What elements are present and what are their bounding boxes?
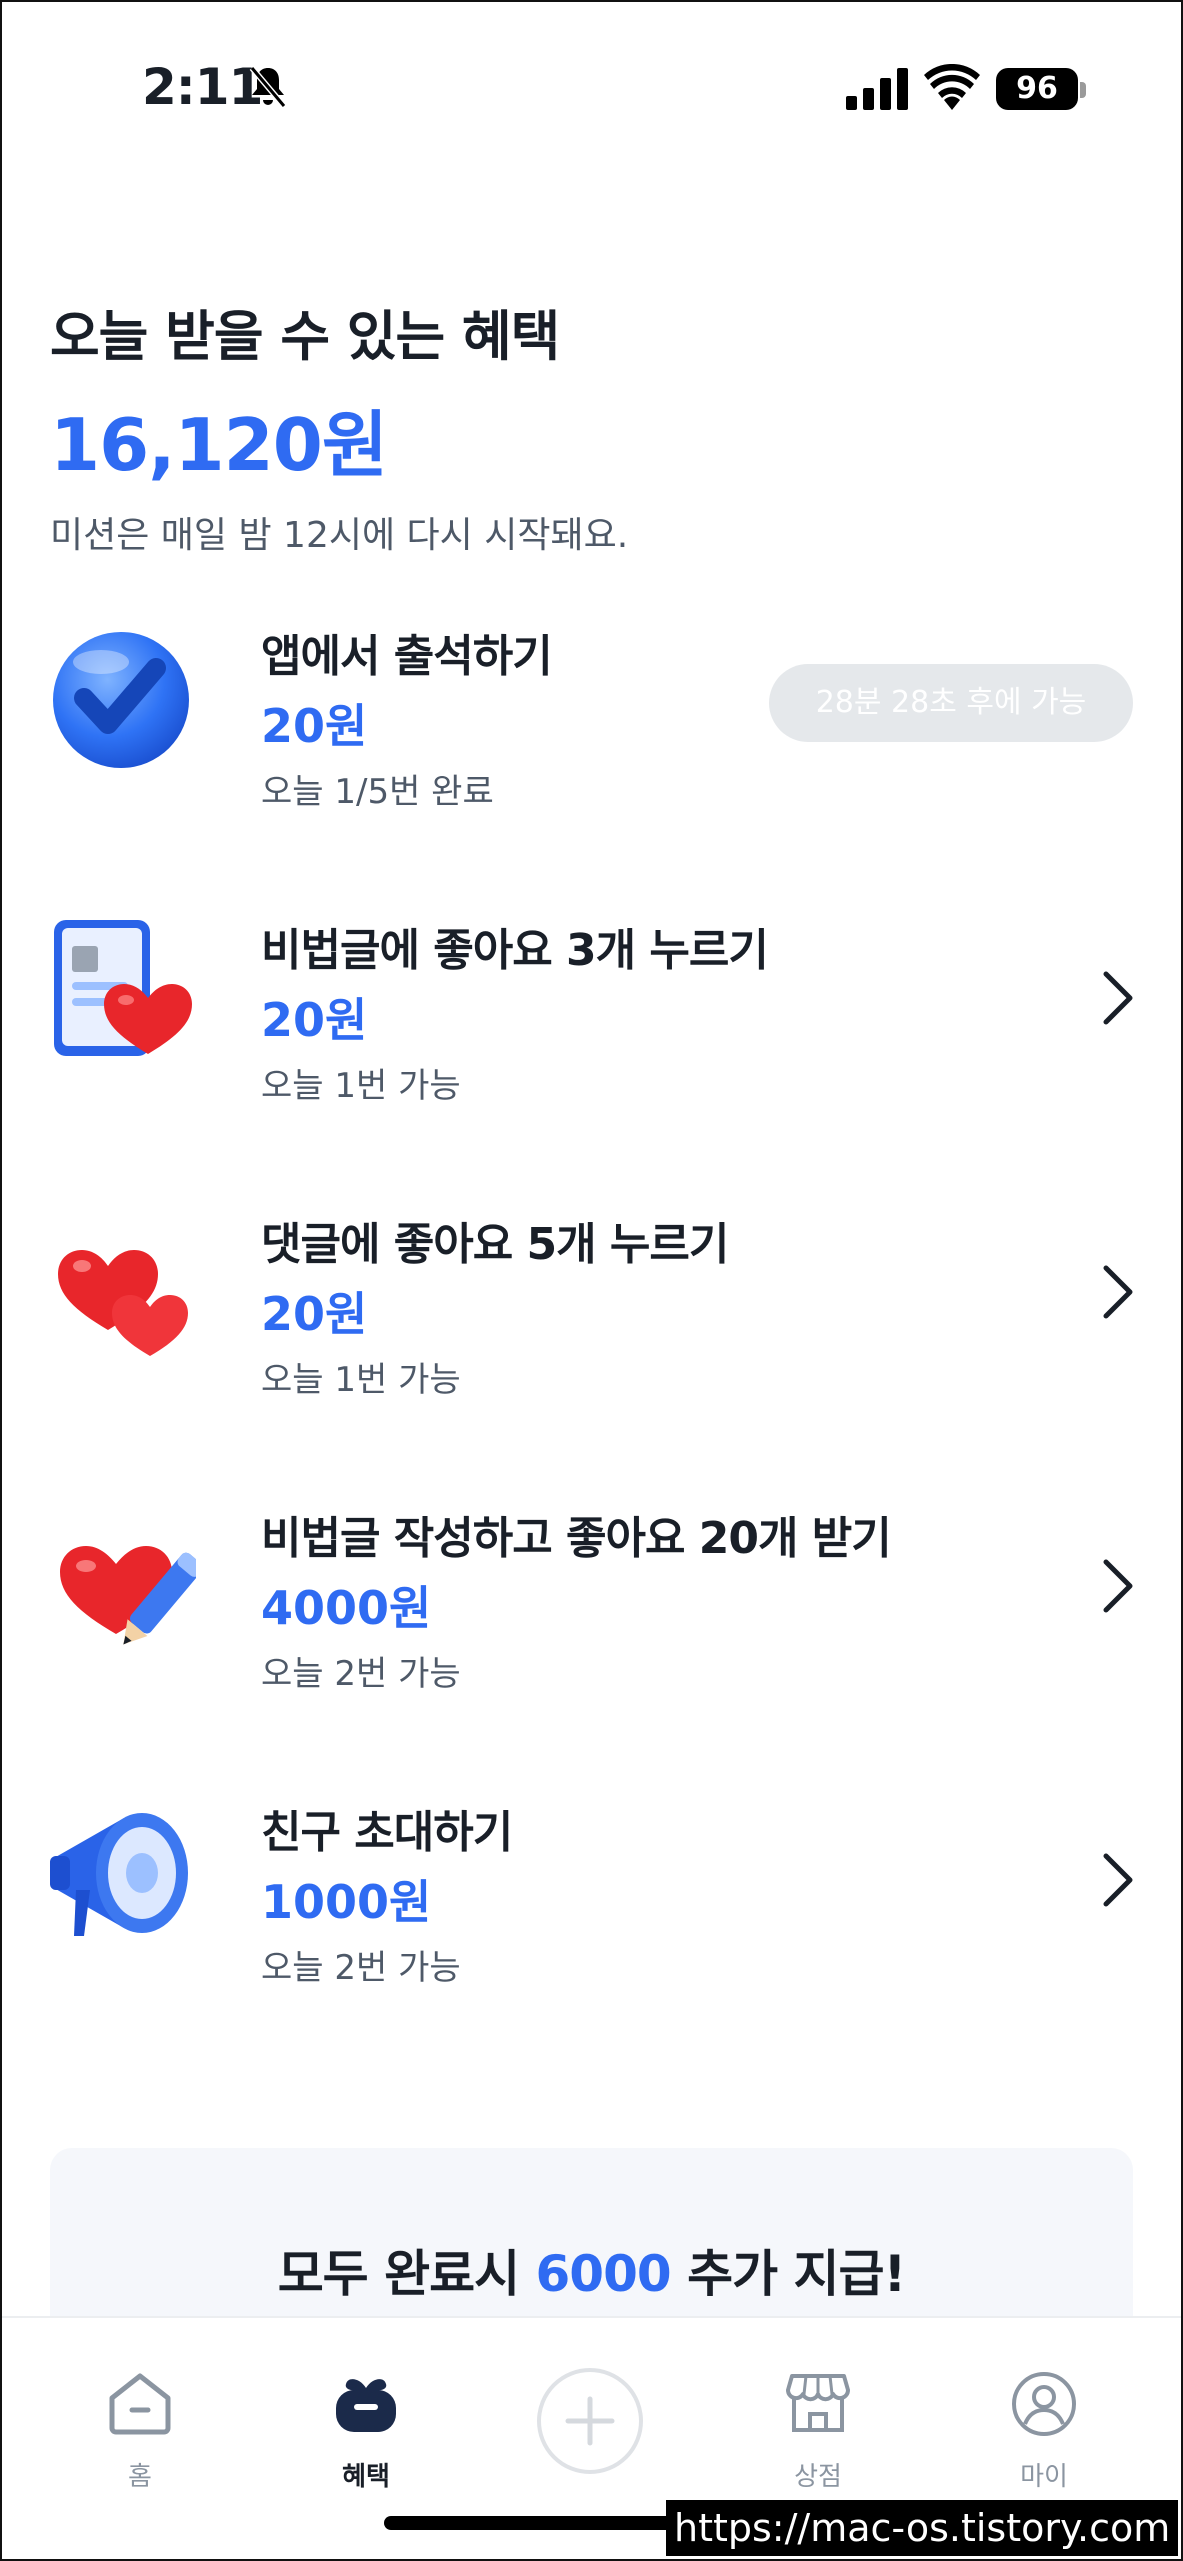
chevron-right-icon[interactable] <box>1100 968 1136 1028</box>
chevron-right-icon[interactable] <box>1100 1850 1136 1910</box>
post-heart-icon <box>54 920 192 1056</box>
bonus-amount: 6000 <box>535 2245 672 2303</box>
tab-label: 홈 <box>128 2462 152 2492</box>
reset-notice: 미션은 매일 밤 12시에 다시 시작돼요. <box>50 515 629 556</box>
tab-store[interactable]: 상점 <box>748 2318 888 2518</box>
watermark: https://mac-os.tistory.com <box>666 2500 1179 2556</box>
mission-status: 오늘 1/5번 완료 <box>261 772 494 812</box>
tab-label: 혜택 <box>342 2462 390 2492</box>
total-benefit-amount: 16,120원 <box>50 403 388 487</box>
mission-status: 오늘 1번 가능 <box>261 1360 461 1400</box>
mission-title: 친구 초대하기 <box>261 1807 513 1858</box>
mission-write-post[interactable]: 비법글 작성하고 좋아요 20개 받기 4000원 오늘 2번 가능 <box>0 1494 1183 1744</box>
checkmark-icon <box>53 632 189 768</box>
home-icon <box>109 2373 171 2435</box>
mission-title: 비법글에 좋아요 3개 누르기 <box>261 925 769 976</box>
mission-title: 댓글에 좋아요 5개 누르기 <box>261 1219 729 1270</box>
plus-icon <box>565 2396 615 2446</box>
chevron-right-icon[interactable] <box>1100 1262 1136 1322</box>
status-bar: 2:11 96 <box>0 0 1183 180</box>
tab-label: 상점 <box>794 2462 842 2492</box>
bonus-prefix: 모두 완료시 <box>277 2245 536 2303</box>
cellular-signal-icon <box>846 68 908 110</box>
tab-label: 마이 <box>1020 2462 1068 2492</box>
mission-like-comments[interactable]: 댓글에 좋아요 5개 누르기 20원 오늘 1번 가능 <box>0 1200 1183 1450</box>
tab-benefits[interactable]: 혜택 <box>296 2318 436 2518</box>
gift-icon <box>336 2379 396 2432</box>
megaphone-icon <box>50 1813 188 1936</box>
tab-my[interactable]: 마이 <box>974 2318 1114 2518</box>
mission-reward: 20원 <box>261 699 368 753</box>
heart-pen-icon <box>60 1546 196 1645</box>
mission-title: 앱에서 출석하기 <box>261 631 553 682</box>
mission-reward: 1000원 <box>261 1875 432 1929</box>
mission-like-posts[interactable]: 비법글에 좋아요 3개 누르기 20원 오늘 1번 가능 <box>0 906 1183 1156</box>
mission-status: 오늘 2번 가능 <box>261 1654 461 1694</box>
battery-indicator: 96 <box>996 68 1078 110</box>
mission-title: 비법글 작성하고 좋아요 20개 받기 <box>261 1513 892 1564</box>
two-hearts-icon <box>58 1250 188 1356</box>
add-button[interactable] <box>537 2368 643 2474</box>
wifi-icon <box>924 64 980 110</box>
mission-reward: 20원 <box>261 1287 368 1341</box>
mission-status: 오늘 2번 가능 <box>261 1948 461 1988</box>
bonus-suffix: 추가 지급! <box>670 2245 906 2303</box>
profile-icon <box>1012 2372 1076 2436</box>
store-icon <box>785 2374 851 2432</box>
mission-attendance: 앱에서 출석하기 20원 오늘 1/5번 완료 28분 28초 후에 가능 <box>0 612 1183 862</box>
silent-bell-icon <box>249 66 287 108</box>
status-time: 2:11 <box>142 58 263 116</box>
page-title: 오늘 받을 수 있는 혜택 <box>50 305 560 368</box>
mission-reward: 20원 <box>261 993 368 1047</box>
mission-reward: 4000원 <box>261 1581 432 1635</box>
bonus-text: 모두 완료시 6000 추가 지급! <box>50 2234 1133 2306</box>
mission-status: 오늘 1번 가능 <box>261 1066 461 1106</box>
cooldown-button[interactable]: 28분 28초 후에 가능 <box>769 664 1133 742</box>
mission-invite-friends[interactable]: 친구 초대하기 1000원 오늘 2번 가능 <box>0 1788 1183 2038</box>
battery-tip <box>1080 82 1086 98</box>
tab-home[interactable]: 홈 <box>70 2318 210 2518</box>
chevron-right-icon[interactable] <box>1100 1556 1136 1616</box>
